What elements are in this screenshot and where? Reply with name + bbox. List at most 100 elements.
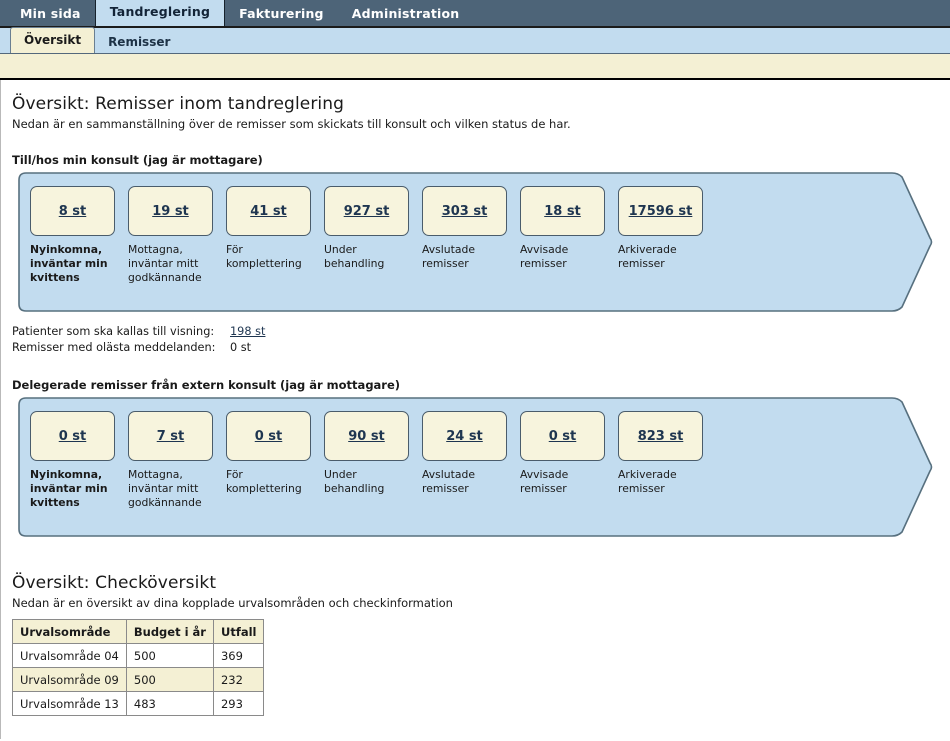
stat-nyinkomna: 8 st Nyinkomna, inväntar min kvittens [30, 186, 115, 285]
stat-patienter-visning: Patienter som ska kallas till visning: 1… [12, 324, 950, 340]
stat-avvisade: 18 st Avvisade remisser [520, 186, 605, 285]
stat-value-link[interactable]: 24 st [446, 429, 483, 444]
check-overview-table: Urvalsområde Budget i år Utfall Urvalsom… [12, 619, 265, 716]
stat-caption: För komplettering [226, 468, 302, 495]
column-header-budget: Budget i år [125, 619, 214, 644]
stat-mottagna: 19 st Mottagna, inväntar mitt godkännand… [128, 186, 213, 285]
main-tab-tandreglering[interactable]: Tandreglering [94, 0, 226, 26]
stat-under-behandling: 927 st Under behandling [324, 186, 409, 285]
cell-budget: 500 [125, 667, 214, 692]
middle-stats: Patienter som ska kallas till visning: 1… [12, 324, 950, 356]
stat-value: 0 st [230, 340, 251, 356]
main-tab-fakturering[interactable]: Fakturering [225, 2, 338, 26]
stat-box[interactable]: 0 st [30, 411, 115, 461]
page-subtitle: Nedan är en sammanställning över de remi… [12, 117, 571, 131]
stat-box[interactable]: 303 st [422, 186, 507, 236]
cell-utfall: 293 [212, 691, 265, 716]
stat-avslutade: 24 st Avslutade remisser [422, 411, 507, 510]
stat-avvisade: 0 st Avvisade remisser [520, 411, 605, 510]
panel2-heading: Delegerade remisser från extern konsult … [12, 378, 401, 392]
stat-under-behandling: 90 st Under behandling [324, 411, 409, 510]
stat-for-komplettering: 0 st För komplettering [226, 411, 311, 510]
olasta-meddelanden-value: 0 st [230, 341, 252, 354]
column-header-urvalsomrade: Urvalsområde [12, 619, 127, 644]
stat-value-link[interactable]: 41 st [250, 204, 287, 219]
stat-value-link[interactable]: 17596 st [629, 204, 693, 219]
page-content: Översikt: Remisser inom tandreglering Ne… [0, 80, 950, 739]
stat-value-link[interactable]: 8 st [59, 204, 87, 219]
stat-value-link[interactable]: 303 st [442, 204, 488, 219]
stat-box[interactable]: 24 st [422, 411, 507, 461]
panel2-boxes: 0 st Nyinkomna, inväntar min kvittens 7 … [30, 411, 703, 510]
stat-nyinkomna: 0 st Nyinkomna, inväntar min kvittens [30, 411, 115, 510]
cell-urvalsomrade: Urvalsområde 04 [12, 643, 127, 668]
stat-box[interactable]: 927 st [324, 186, 409, 236]
stat-caption: Avslutade remisser [422, 243, 475, 270]
stat-caption: Nyinkomna, inväntar min kvittens [30, 468, 108, 509]
cell-urvalsomrade: Urvalsområde 13 [12, 691, 127, 716]
stat-value-link[interactable]: 0 st [549, 429, 577, 444]
stat-caption: Arkiverade remisser [618, 468, 677, 495]
stat-value-link[interactable]: 0 st [255, 429, 283, 444]
table-row: Urvalsområde 09 500 232 [12, 667, 265, 692]
stat-box[interactable]: 18 st [520, 186, 605, 236]
stat-caption: Nyinkomna, inväntar min kvittens [30, 243, 108, 284]
page-title: Översikt: Remisser inom tandreglering [12, 94, 345, 114]
stat-box[interactable]: 0 st [226, 411, 311, 461]
sub-tab-remisser[interactable]: Remisser [95, 31, 183, 53]
stat-box[interactable]: 17596 st [618, 186, 703, 236]
stat-box[interactable]: 19 st [128, 186, 213, 236]
sub-tab-oversikt[interactable]: Översikt [10, 27, 96, 53]
stat-box[interactable]: 8 st [30, 186, 115, 236]
stat-label: Patienter som ska kallas till visning: [12, 325, 215, 338]
stat-value-link[interactable]: 927 st [344, 204, 390, 219]
cell-utfall: 369 [212, 643, 265, 668]
table-row: Urvalsområde 04 500 369 [12, 643, 265, 668]
stat-caption: Avvisade remisser [520, 243, 569, 270]
stat-box[interactable]: 0 st [520, 411, 605, 461]
stat-value-link[interactable]: 90 st [348, 429, 385, 444]
stat-box[interactable]: 823 st [618, 411, 703, 461]
column-header-utfall: Utfall [212, 619, 265, 644]
cell-utfall: 232 [212, 667, 265, 692]
stat-caption: Mottagna, inväntar mitt godkännande [128, 243, 202, 284]
main-tab-min-sida[interactable]: Min sida [6, 2, 95, 26]
main-tab-bar: Min sida Tandreglering Fakturering Admin… [0, 0, 950, 28]
stat-value-link[interactable]: 18 st [544, 204, 581, 219]
check-overview-subtitle: Nedan är en översikt av dina kopplade ur… [12, 596, 453, 610]
stat-value-link[interactable]: 823 st [638, 429, 684, 444]
stat-caption: Mottagna, inväntar mitt godkännande [128, 468, 202, 509]
stat-caption: För komplettering [226, 243, 302, 270]
stat-caption: Under behandling [324, 243, 385, 270]
patienter-visning-link[interactable]: 198 st [230, 325, 265, 338]
stat-avslutade: 303 st Avslutade remisser [422, 186, 507, 285]
stat-value-link[interactable]: 7 st [157, 429, 185, 444]
stat-caption: Avvisade remisser [520, 468, 569, 495]
stat-value-link[interactable]: 19 st [152, 204, 189, 219]
stat-label: Remisser med olästa meddelanden: [12, 341, 216, 354]
main-tab-administration[interactable]: Administration [338, 2, 474, 26]
stat-arkiverade: 823 st Arkiverade remisser [618, 411, 703, 510]
stat-for-komplettering: 41 st För komplettering [226, 186, 311, 285]
cell-urvalsomrade: Urvalsområde 09 [12, 667, 127, 692]
cell-budget: 483 [125, 691, 214, 716]
table-row: Urvalsområde 13 483 293 [12, 691, 265, 716]
stat-caption: Arkiverade remisser [618, 243, 677, 270]
panel1-heading: Till/hos min konsult (jag är mottagare) [12, 153, 263, 167]
stat-box[interactable]: 7 st [128, 411, 213, 461]
sub-tab-bar: Översikt Remisser [0, 27, 950, 54]
cell-budget: 500 [125, 643, 214, 668]
stat-box[interactable]: 90 st [324, 411, 409, 461]
panel-till-hos-min-konsult: 8 st Nyinkomna, inväntar min kvittens 19… [12, 172, 937, 312]
table-header-row: Urvalsområde Budget i år Utfall [12, 619, 265, 644]
stat-value-link[interactable]: 0 st [59, 429, 87, 444]
stat-olasta-meddelanden: Remisser med olästa meddelanden: 0 st [12, 340, 950, 356]
panel-delegerade-remisser: 0 st Nyinkomna, inväntar min kvittens 7 … [12, 397, 937, 537]
tab-content-band [0, 54, 950, 80]
stat-caption: Avslutade remisser [422, 468, 475, 495]
stat-box[interactable]: 41 st [226, 186, 311, 236]
stat-value: 198 st [230, 324, 265, 340]
stat-caption: Under behandling [324, 468, 385, 495]
check-overview-section: Översikt: Checköversikt Nedan är en över… [12, 573, 950, 716]
stat-mottagna: 7 st Mottagna, inväntar mitt godkännande [128, 411, 213, 510]
